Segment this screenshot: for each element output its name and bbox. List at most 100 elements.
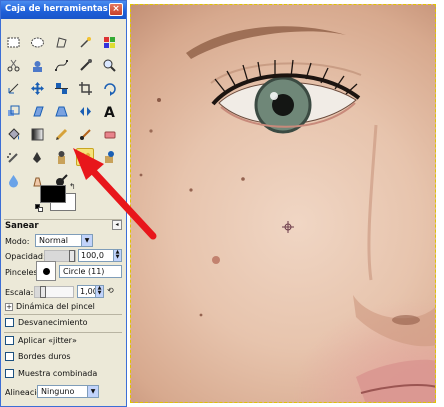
options-menu-button[interactable]: ◂: [112, 220, 122, 230]
paintbrush-icon[interactable]: [76, 125, 94, 143]
tool-options-panel: Sanear ◂ Modo: Normal ▼ Opacidad: 100,0 …: [1, 219, 126, 406]
scale-label: Escala:: [5, 288, 34, 297]
foreground-color-swatch[interactable]: [40, 185, 66, 203]
perspective-clone-icon[interactable]: [100, 148, 118, 166]
fade-checkbox[interactable]: [5, 318, 14, 327]
image-window: [127, 0, 444, 407]
heal-icon[interactable]: [76, 148, 94, 166]
mole: [241, 177, 245, 181]
color-select-icon[interactable]: [100, 33, 118, 51]
mode-value: Normal: [39, 236, 68, 245]
blend-icon[interactable]: [28, 125, 46, 143]
blemish: [212, 256, 220, 264]
fade-label: Desvanecimiento: [18, 318, 88, 327]
opacity-spinner[interactable]: 100,0 ▲ ▼: [78, 249, 122, 262]
align-icon[interactable]: [52, 79, 70, 97]
foreground-select-icon[interactable]: [28, 56, 46, 74]
close-button[interactable]: ×: [109, 3, 123, 16]
image-canvas[interactable]: [130, 4, 436, 403]
sample-merged-label: Muestra combinada: [18, 369, 98, 378]
hard-edges-label: Bordes duros: [18, 352, 71, 361]
fuzzy-select-icon[interactable]: [76, 33, 94, 51]
chevron-down-icon: ▼: [87, 386, 98, 397]
rect-select-icon[interactable]: [4, 33, 22, 51]
rotate-icon[interactable]: [100, 79, 118, 97]
scale-icon[interactable]: [4, 102, 22, 120]
separator: [4, 332, 122, 333]
pencil-icon[interactable]: [52, 125, 70, 143]
eye-highlight: [270, 92, 278, 100]
brush-dropdown[interactable]: Circle (11): [59, 265, 122, 278]
sample-merged-checkbox[interactable]: [5, 369, 14, 378]
mole: [199, 313, 203, 317]
separator: [4, 219, 122, 220]
opacity-slider-fill: [45, 251, 69, 261]
separator: [4, 314, 122, 315]
svg-text:A: A: [104, 105, 115, 119]
scissors-icon[interactable]: [4, 56, 22, 74]
jitter-option[interactable]: Aplicar «jitter»: [5, 336, 77, 348]
scale-slider-handle[interactable]: [40, 286, 46, 298]
eraser-icon[interactable]: [100, 125, 118, 143]
alignment-dropdown[interactable]: Ninguno ▼: [37, 385, 99, 398]
reset-colors-icon[interactable]: [35, 204, 43, 212]
brush-preview[interactable]: [36, 261, 56, 281]
alignment-value: Ninguno: [41, 387, 75, 396]
clone-icon[interactable]: [52, 148, 70, 166]
eyebrow: [186, 26, 346, 59]
chevron-down-icon: ▼: [81, 235, 92, 246]
title-bar[interactable]: Caja de herramientas ×: [1, 1, 126, 19]
toolbox-window: Caja de herramientas × A ↰ Sanear ◂ Modo…: [0, 0, 127, 407]
spinner-arrows-icon[interactable]: ▲ ▼: [113, 250, 121, 261]
scale-slider[interactable]: [34, 286, 74, 298]
brush-dynamics-label: Dinámica del pincel: [16, 302, 95, 311]
heal-cursor-icon: [282, 221, 294, 233]
brush-dynamics-expander[interactable]: + Dinámica del pincel: [5, 302, 95, 314]
window-title: Caja de herramientas: [5, 4, 108, 14]
shear-icon[interactable]: [28, 102, 46, 120]
blur-sharpen-icon[interactable]: [4, 171, 22, 189]
free-select-icon[interactable]: [52, 33, 70, 51]
text-icon[interactable]: A: [100, 102, 118, 120]
scale-spinner[interactable]: 1,00 ▲ ▼: [77, 285, 104, 298]
brush-label: Pinceles:: [5, 268, 41, 277]
mole: [157, 98, 161, 102]
nostril: [392, 315, 420, 325]
spinner-arrows-icon[interactable]: ▲ ▼: [95, 286, 103, 297]
opacity-value: 100,0: [81, 251, 104, 260]
mole: [189, 188, 193, 192]
paths-icon[interactable]: [52, 56, 70, 74]
upper-lip: [356, 359, 435, 402]
tool-options-title: Sanear: [5, 221, 39, 231]
jitter-label: Aplicar «jitter»: [18, 336, 77, 345]
reset-scale-icon[interactable]: ⟲: [107, 286, 114, 295]
measure-icon[interactable]: [4, 79, 22, 97]
hard-edges-option[interactable]: Bordes duros: [5, 352, 71, 364]
perspective-icon[interactable]: [52, 102, 70, 120]
color-picker-icon[interactable]: [76, 56, 94, 74]
mode-label: Modo:: [5, 237, 30, 246]
airbrush-icon[interactable]: [4, 148, 22, 166]
mole: [149, 129, 153, 133]
bucket-fill-icon[interactable]: [4, 125, 22, 143]
jitter-checkbox[interactable]: [5, 336, 14, 345]
zoom-icon[interactable]: [100, 56, 118, 74]
ink-icon[interactable]: [28, 148, 46, 166]
crop-icon[interactable]: [76, 79, 94, 97]
opacity-slider-handle[interactable]: [69, 250, 75, 262]
move-icon[interactable]: [28, 79, 46, 97]
color-swatches: ↰: [33, 181, 83, 216]
hard-edges-checkbox[interactable]: [5, 352, 14, 361]
opacity-label: Opacidad:: [5, 252, 46, 261]
mode-dropdown[interactable]: Normal ▼: [35, 234, 93, 247]
brush-value: Circle (11): [63, 267, 105, 276]
nose-bridge: [367, 124, 378, 281]
mole: [139, 173, 143, 177]
face-photo: [139, 26, 435, 402]
sample-merged-option[interactable]: Muestra combinada: [5, 369, 97, 381]
ellipse-select-icon[interactable]: [28, 33, 46, 51]
swap-colors-icon[interactable]: ↰: [69, 182, 76, 191]
flip-icon[interactable]: [76, 102, 94, 120]
expander-plus-icon: +: [5, 302, 13, 311]
fade-option[interactable]: Desvanecimiento: [5, 318, 88, 330]
